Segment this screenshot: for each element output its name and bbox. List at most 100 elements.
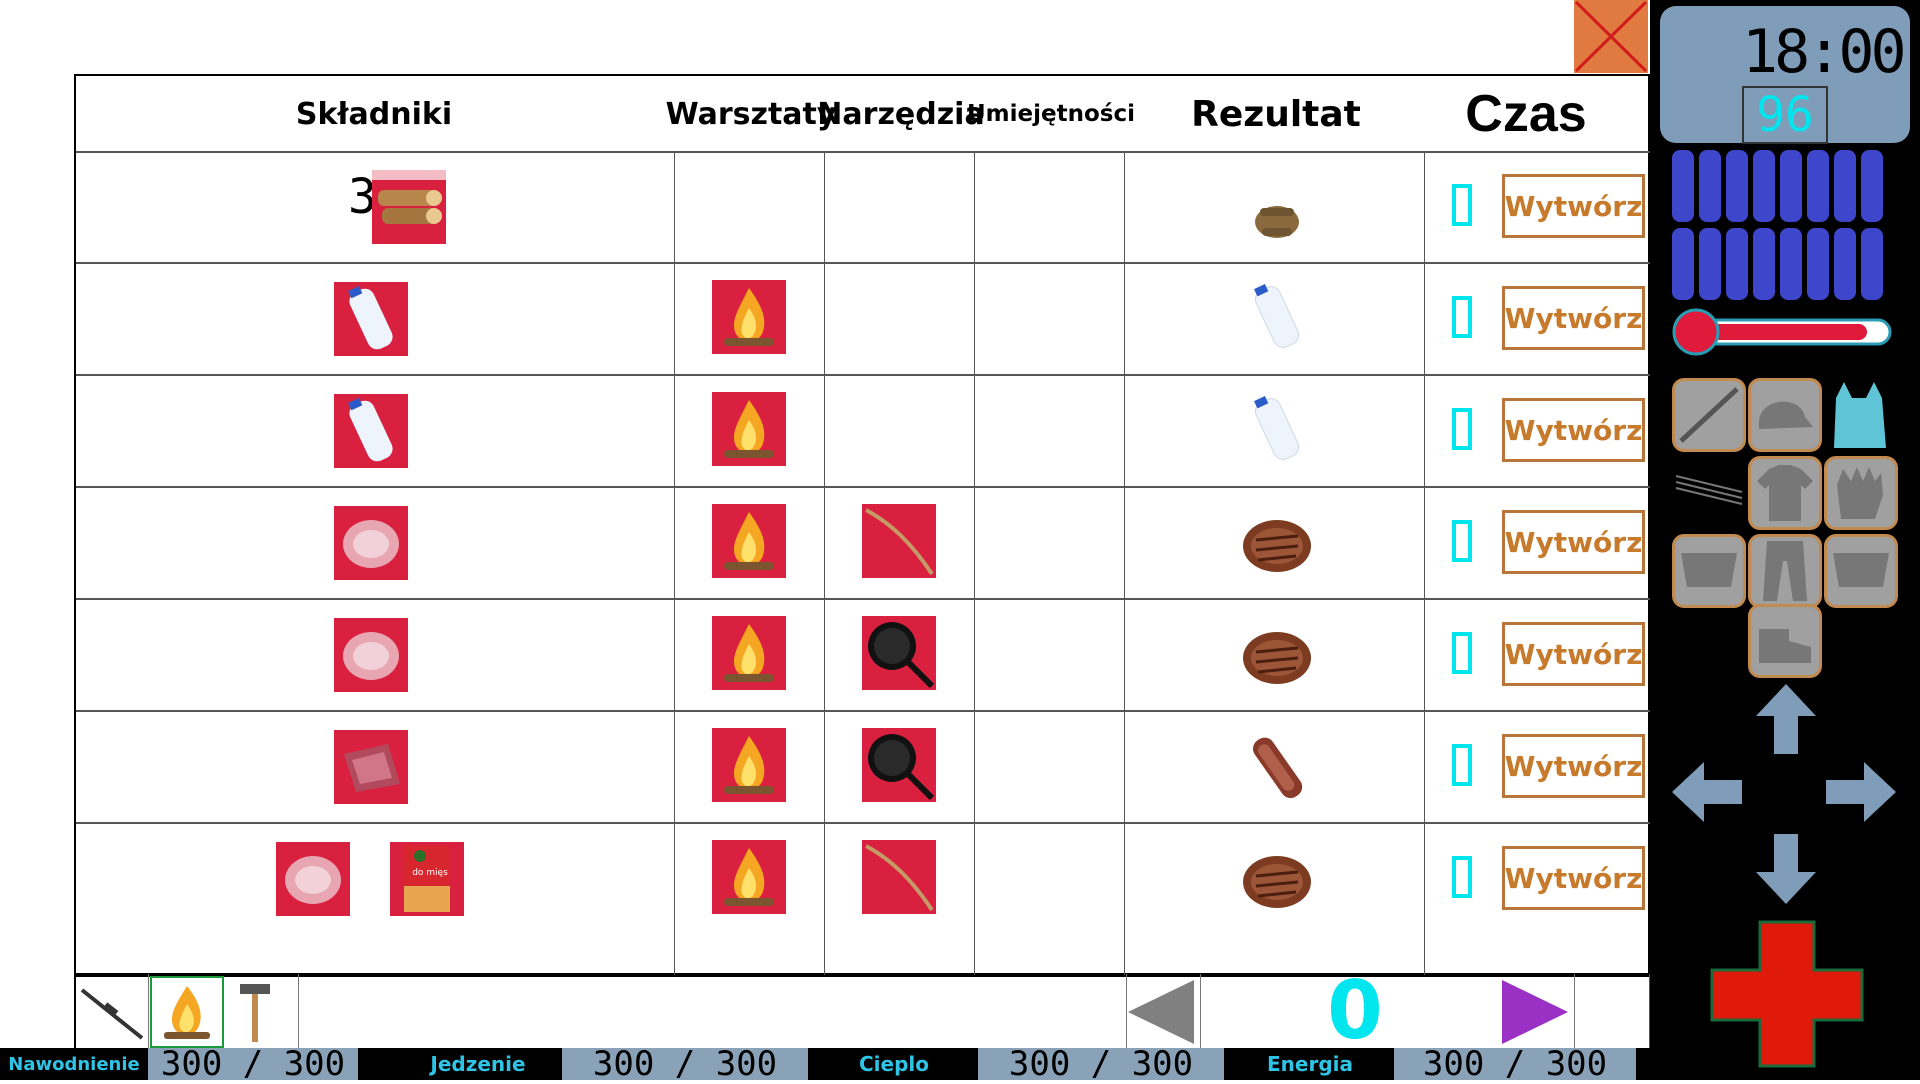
battery-cell bbox=[1780, 228, 1802, 300]
rifle-icon bbox=[1679, 387, 1739, 443]
arrow-up-icon bbox=[1756, 684, 1816, 754]
battery-cell bbox=[1672, 150, 1694, 222]
slot-backpack[interactable] bbox=[1830, 378, 1888, 452]
rifle-icon bbox=[80, 988, 144, 1040]
stat-value-food: 300 / 300 bbox=[562, 1044, 808, 1084]
stick-icon bbox=[862, 840, 936, 914]
tab-weapons[interactable] bbox=[76, 976, 150, 1048]
stat-label-energy: Energia bbox=[1232, 1048, 1388, 1080]
craft-button[interactable]: Wytwórz bbox=[1502, 510, 1645, 574]
arrow-left-icon bbox=[1672, 762, 1742, 822]
time-indicator bbox=[1452, 184, 1472, 226]
raw-meat-icon bbox=[334, 618, 408, 692]
boot-icon bbox=[1759, 629, 1811, 663]
battery-cell bbox=[1753, 228, 1775, 300]
stick-icon bbox=[862, 504, 936, 578]
wood-logs-icon bbox=[372, 170, 446, 244]
grid-line bbox=[76, 486, 1652, 488]
frying-pan-icon bbox=[862, 728, 936, 802]
battery-cell bbox=[1861, 150, 1883, 222]
grid-line bbox=[824, 151, 825, 975]
slot-hands[interactable] bbox=[1824, 456, 1898, 530]
raw-meat-icon bbox=[276, 842, 350, 916]
time-indicator bbox=[1452, 520, 1472, 562]
move-up-button[interactable] bbox=[1756, 684, 1816, 754]
grid-line bbox=[76, 822, 1652, 824]
grid-line bbox=[674, 151, 675, 975]
slot-head[interactable] bbox=[1748, 378, 1822, 452]
thermometer-icon bbox=[1672, 308, 1892, 356]
clock-panel: 18:00 96 bbox=[1660, 6, 1910, 144]
battery-cell bbox=[1672, 228, 1694, 300]
craft-button[interactable]: Wytwórz bbox=[1502, 398, 1645, 462]
tab-divider bbox=[1200, 974, 1201, 1048]
tab-tools[interactable] bbox=[224, 976, 298, 1048]
battery-cell bbox=[1807, 228, 1829, 300]
battery-cell bbox=[1834, 228, 1856, 300]
slot-ammo[interactable] bbox=[1672, 470, 1746, 510]
cooked-steak-icon bbox=[1240, 618, 1314, 692]
ammo-icon bbox=[1675, 475, 1743, 505]
campfire-icon bbox=[712, 392, 786, 466]
time-indicator bbox=[1452, 856, 1472, 898]
battery-cell bbox=[1807, 150, 1829, 222]
grid-line bbox=[76, 151, 1652, 153]
shirt-icon bbox=[1757, 465, 1813, 521]
move-left-button[interactable] bbox=[1672, 762, 1742, 822]
arrow-down-icon bbox=[1756, 834, 1816, 904]
craft-button[interactable]: Wytwórz bbox=[1502, 286, 1645, 350]
craft-button[interactable]: Wytwórz bbox=[1502, 622, 1645, 686]
slot-legs[interactable] bbox=[1748, 534, 1822, 608]
battery-cell bbox=[1699, 150, 1721, 222]
battery-cell bbox=[1861, 228, 1883, 300]
move-right-button[interactable] bbox=[1826, 762, 1896, 822]
prev-page-button[interactable] bbox=[1124, 976, 1198, 1048]
grid-line bbox=[76, 262, 1652, 264]
water-bottle-icon bbox=[334, 394, 408, 468]
frying-pan-icon bbox=[862, 616, 936, 690]
slot-left-pocket[interactable] bbox=[1672, 534, 1746, 608]
cooked-steak-icon bbox=[1240, 842, 1314, 916]
campfire-icon bbox=[712, 616, 786, 690]
battery-cell bbox=[1834, 150, 1856, 222]
grid-line bbox=[1124, 151, 1125, 975]
seasoning-packet-icon: do mięs bbox=[390, 842, 464, 916]
time-indicator bbox=[1452, 296, 1472, 338]
slot-weapon[interactable] bbox=[1672, 378, 1746, 452]
slot-torso[interactable] bbox=[1748, 456, 1822, 530]
slot-feet[interactable] bbox=[1748, 604, 1822, 678]
battery-cell bbox=[1780, 150, 1802, 222]
seasoning-packet-text: do mięs bbox=[412, 868, 448, 878]
stat-label-food: Jedzenie bbox=[400, 1048, 556, 1080]
tab-campfire[interactable] bbox=[150, 976, 224, 1048]
header-time: Czas bbox=[1465, 85, 1587, 143]
move-down-button[interactable] bbox=[1756, 834, 1816, 904]
category-tab-bar bbox=[74, 974, 1650, 1048]
gloves-icon bbox=[1837, 467, 1883, 519]
close-icon bbox=[1574, 0, 1648, 73]
craft-button[interactable]: Wytwórz bbox=[1502, 846, 1645, 910]
battery-cell bbox=[1726, 228, 1748, 300]
campfire-icon bbox=[712, 504, 786, 578]
cap-icon bbox=[1759, 401, 1813, 429]
grid-line bbox=[974, 151, 975, 975]
close-button[interactable] bbox=[1574, 0, 1648, 73]
slot-right-pocket[interactable] bbox=[1824, 534, 1898, 608]
next-page-button[interactable] bbox=[1498, 976, 1572, 1048]
header-ingredients: Składniki bbox=[295, 96, 453, 132]
grid-line bbox=[76, 374, 1652, 376]
craft-button[interactable]: Wytwórz bbox=[1502, 174, 1645, 238]
clock-time: 18:00 bbox=[1742, 17, 1907, 87]
campfire-icon bbox=[712, 280, 786, 354]
kindling-icon bbox=[1240, 182, 1314, 256]
campfire-icon bbox=[712, 840, 786, 914]
craft-button[interactable]: Wytwórz bbox=[1502, 734, 1645, 798]
fried-fish-icon bbox=[1240, 730, 1314, 804]
pants-icon bbox=[1763, 541, 1807, 601]
header-tools: Narzędzia bbox=[817, 96, 985, 132]
campfire-icon bbox=[712, 728, 786, 802]
water-bottle-icon bbox=[1240, 280, 1314, 354]
medical-button[interactable] bbox=[1710, 920, 1864, 1068]
crafting-table: Składniki Warsztaty Narzędzia Umiejętnoś… bbox=[74, 74, 1652, 977]
grid-line bbox=[76, 710, 1652, 712]
